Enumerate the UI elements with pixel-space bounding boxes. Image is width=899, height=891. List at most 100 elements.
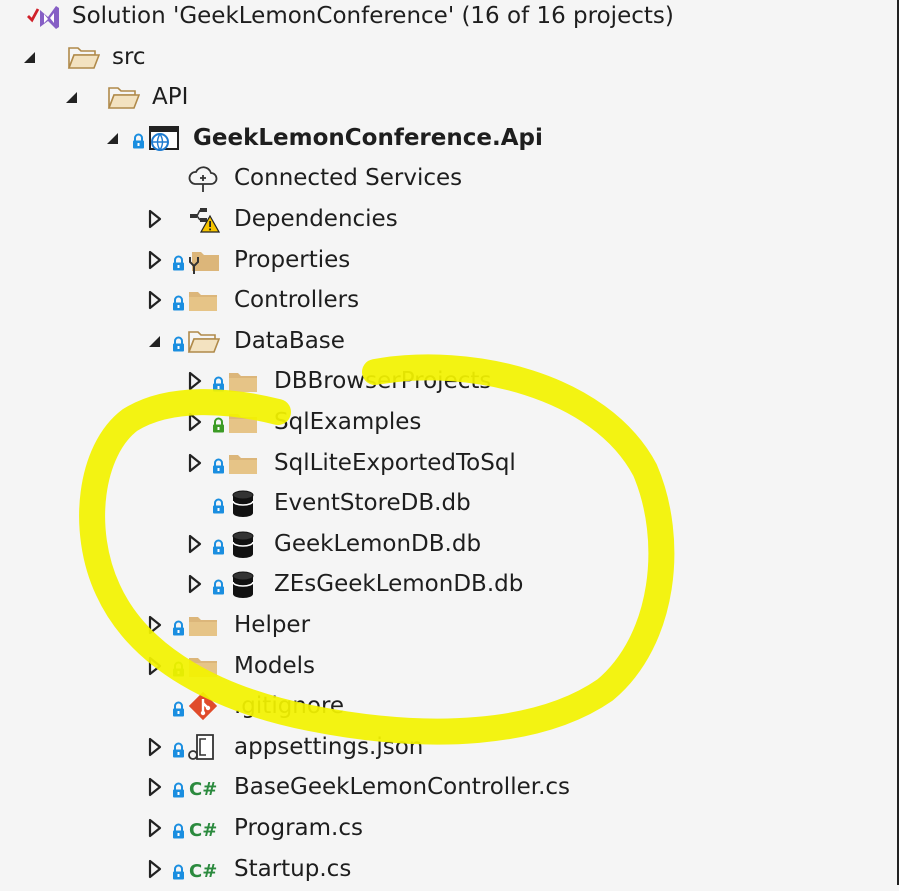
tree-row-basecontroller[interactable]: C# BaseGeekLemonController.cs: [0, 767, 899, 807]
tree-row-eventstoredb[interactable]: EventStoreDB.db: [0, 483, 899, 523]
tree-row-src[interactable]: src: [0, 37, 899, 77]
source-control-lock: [172, 251, 185, 271]
source-control-lock: [172, 860, 185, 880]
collapsed-arrow-icon[interactable]: [145, 288, 165, 312]
lock-icon: [173, 255, 184, 271]
svg-text:C#: C#: [189, 820, 217, 841]
folder-icon: [229, 414, 257, 433]
expanded-arrow-icon[interactable]: [20, 45, 40, 69]
lock-icon: [173, 864, 184, 880]
git-icon: [188, 692, 218, 721]
tree-toggle[interactable]: [145, 816, 165, 840]
database-icon: [232, 531, 254, 558]
tree-toggle[interactable]: [185, 572, 205, 596]
node-label: Helper: [234, 612, 311, 638]
node-label: appsettings.json: [234, 733, 424, 760]
collapsed-arrow-icon[interactable]: [145, 207, 165, 231]
node-icon: [186, 609, 220, 641]
tree-row-solution[interactable]: Solution 'GeekLemonConference' (16 of 16…: [0, 0, 899, 36]
tree-toggle[interactable]: [103, 126, 123, 150]
tree-row-properties[interactable]: Properties: [0, 240, 899, 280]
tree-row-sqlliteexportedtosql[interactable]: SqlLiteExportedToSql: [0, 443, 899, 483]
node-label: SqlExamples: [274, 409, 422, 435]
tree-toggle[interactable]: [145, 207, 165, 231]
collapsed-arrow-icon[interactable]: [145, 613, 165, 637]
tree-toggle[interactable]: [185, 369, 205, 393]
node-icon: [146, 122, 180, 154]
expanded-arrow-icon[interactable]: [62, 85, 82, 109]
tree-row-gitignore[interactable]: .gitignore: [0, 686, 899, 726]
lock-icon: [213, 579, 224, 595]
tree-toggle[interactable]: [185, 532, 205, 556]
node-icon: [106, 81, 141, 113]
source-control-lock: [132, 129, 145, 149]
collapsed-arrow-icon[interactable]: [145, 654, 165, 678]
source-control-lock: [212, 454, 225, 474]
tree-row-sqlexamples[interactable]: SqlExamples: [0, 402, 899, 442]
tree-toggle[interactable]: [145, 654, 165, 678]
node-label: BaseGeekLemonController.cs: [234, 774, 571, 801]
collapsed-arrow-icon[interactable]: [145, 248, 165, 272]
source-control-lock: [172, 697, 185, 717]
tree-toggle[interactable]: [145, 613, 165, 637]
tree-row-zesgeeklemondb[interactable]: ZEsGeekLemonDB.db: [0, 564, 899, 604]
tree-row-models[interactable]: Models: [0, 646, 899, 686]
tree-row-database[interactable]: DataBase: [0, 321, 899, 361]
folder-open-icon: [67, 46, 101, 69]
collapsed-arrow-icon[interactable]: [185, 369, 205, 393]
folder-icon: [189, 617, 217, 636]
collapsed-arrow-icon[interactable]: [185, 410, 205, 434]
tree-row-controllers[interactable]: Controllers: [0, 280, 899, 320]
node-label: src: [112, 43, 146, 70]
tree-row-helper[interactable]: Helper: [0, 605, 899, 645]
tree-toggle[interactable]: [145, 329, 165, 353]
collapsed-arrow-icon[interactable]: [145, 816, 165, 840]
tree-toggle[interactable]: [62, 85, 82, 109]
source-control-lock: [172, 291, 185, 311]
expanded-arrow-icon[interactable]: [103, 126, 123, 150]
database-icon: [232, 571, 254, 599]
tree-row-program[interactable]: C# Program.cs: [0, 808, 899, 848]
tree-toggle[interactable]: [145, 248, 165, 272]
json-file-icon: [188, 733, 214, 760]
tree-toggle[interactable]: [145, 775, 165, 799]
node-icon: [186, 731, 220, 763]
tree-row-startup[interactable]: C# Startup.cs: [0, 849, 899, 889]
collapsed-arrow-icon[interactable]: [185, 451, 205, 475]
node-icon: [226, 447, 260, 479]
node-icon: [226, 568, 260, 600]
tree-row-connected-services[interactable]: Connected Services: [0, 158, 899, 198]
folder-icon: [189, 292, 217, 312]
tree-row-project[interactable]: GeekLemonConference.Api: [0, 118, 899, 158]
node-label: Startup.cs: [234, 855, 352, 882]
collapsed-arrow-icon[interactable]: [145, 775, 165, 799]
tree-toggle[interactable]: [145, 735, 165, 759]
tree-toggle[interactable]: [145, 857, 165, 881]
node-label: EventStoreDB.db: [274, 490, 471, 517]
tree-toggle[interactable]: [185, 410, 205, 434]
collapsed-arrow-icon[interactable]: [145, 735, 165, 759]
collapsed-arrow-icon[interactable]: [145, 857, 165, 881]
source-control-lock: [172, 332, 185, 352]
lock-icon: [173, 782, 184, 798]
node-label: Solution 'GeekLemonConference' (16 of 16…: [72, 3, 674, 29]
tree-row-geeklemondb[interactable]: GeekLemonDB.db: [0, 524, 899, 564]
tree-toggle[interactable]: [145, 288, 165, 312]
web-project-icon: [149, 125, 179, 151]
lock-icon: [213, 498, 224, 514]
expanded-arrow-icon[interactable]: [145, 329, 165, 353]
properties-folder-icon: [189, 251, 219, 274]
node-icon: [186, 284, 220, 316]
tree-row-dbbrowserprojects[interactable]: DBBrowserProjects: [0, 361, 899, 401]
svg-text:C#: C#: [189, 779, 217, 800]
tree-row-appsettings[interactable]: appsettings.json: [0, 727, 899, 767]
node-label: Program.cs: [234, 815, 363, 841]
collapsed-arrow-icon[interactable]: [185, 532, 205, 556]
database-icon: [232, 490, 254, 518]
node-label: Models: [234, 652, 316, 679]
tree-toggle[interactable]: [20, 45, 40, 69]
tree-toggle[interactable]: [185, 451, 205, 475]
collapsed-arrow-icon[interactable]: [185, 572, 205, 596]
tree-row-dependencies[interactable]: Dependencies: [0, 199, 899, 239]
tree-row-api[interactable]: API: [0, 77, 899, 117]
